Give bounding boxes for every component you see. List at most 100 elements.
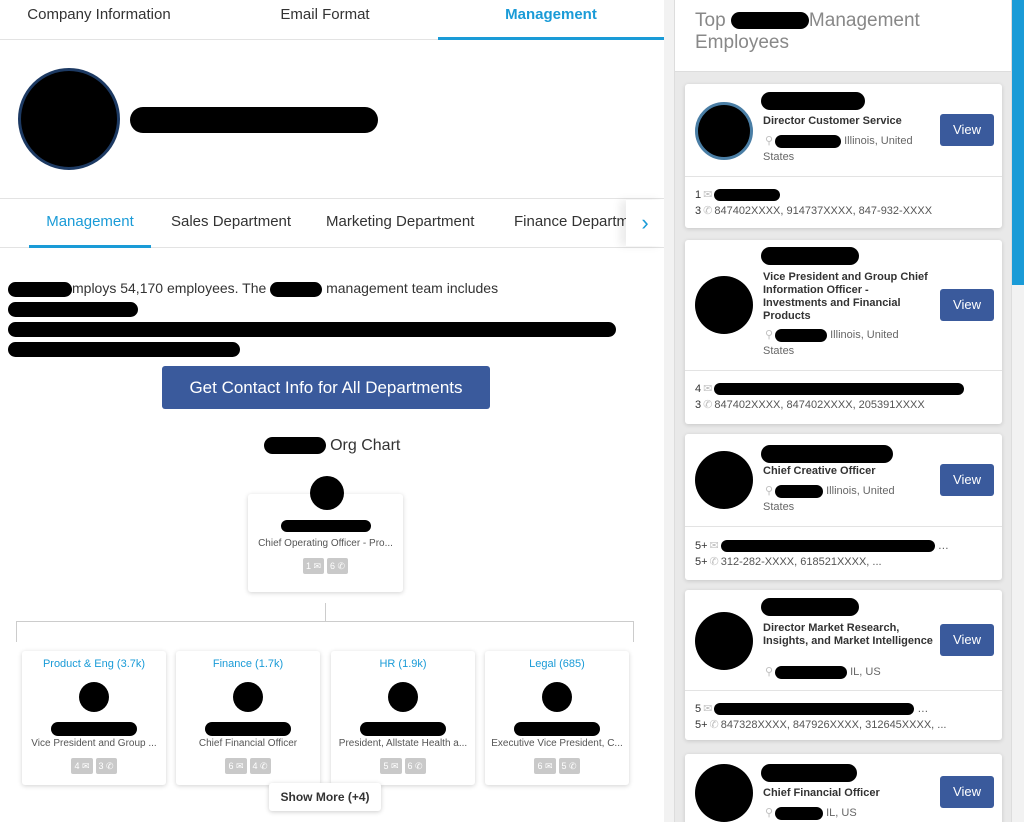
redacted-name [514,722,600,736]
department-tabs: Management Sales Department Marketing De… [0,200,664,248]
view-button[interactable]: View [940,464,994,496]
email-count-chip: 4 ✉ [71,758,93,774]
phone-icon: ✆ [703,399,713,411]
redacted-text [775,328,828,342]
employee-title: Director Customer Service [763,115,902,127]
view-button[interactable]: View [940,114,994,146]
tab-management[interactable]: Management [438,0,664,40]
phone-count-chip: 6 ✆ [327,558,349,574]
heading-text: Top [695,10,726,31]
redacted-text [8,341,240,357]
location-pin-icon: ⚲ [765,807,774,819]
show-more-button[interactable]: Show More (+4) [269,783,381,811]
redacted-text [730,12,809,30]
employee-location: ⚲ IL, US [765,806,857,820]
employee-card[interactable]: Director Customer Service ⚲ Illinois, Un… [685,84,1002,228]
org-connector [16,621,634,642]
redacted-text [775,806,824,820]
employee-card[interactable]: Vice President and Group Chief Informati… [685,240,1002,424]
divider [685,370,1002,371]
org-dept-card-hr[interactable]: HR (1.9k) President, Allstate Health a..… [331,651,475,785]
avatar [542,682,572,712]
dept-name[interactable]: Finance (1.7k) [176,658,320,670]
employee-card[interactable]: Director Market Research, Insights, and … [685,590,1002,740]
redacted-text [775,134,842,148]
phone-row: 5+ ✆ 847328XXXX, 847926XXXX, 312645XXXX, .… [695,719,947,731]
redacted-name [360,722,446,736]
scrollbar[interactable] [1012,0,1024,285]
location-pin-icon: ⚲ [765,135,774,147]
top-employees-panel: Top Management Employees Director Custom… [664,0,1024,822]
top-employees-list: Top Management Employees Director Custom… [674,0,1012,822]
phone-row: 5+ ✆ 312-282-XXXX, 618521XXXX, ... [695,556,882,568]
redacted-text [720,540,935,553]
view-button[interactable]: View [940,289,994,321]
summary-text-part2: management team includes [326,280,499,296]
tab-dept-marketing[interactable]: Marketing Department [326,200,488,248]
redacted-text [775,484,824,498]
company-logo [18,68,120,170]
chevron-right-icon[interactable]: › [626,200,664,246]
envelope-icon: ✉ [703,189,713,201]
employee-location: ⚲ Illinois, United States [763,328,899,357]
email-count-chip: 6 ✉ [225,758,247,774]
org-dept-card-finance[interactable]: Finance (1.7k) Chief Financial Officer 6… [176,651,320,785]
contact-chips: 5 ✉ 6 ✆ [331,758,475,774]
email-row: 5+ ✉ … [695,540,949,553]
tab-dept-sales[interactable]: Sales Department [171,200,301,248]
contact-chips: 6 ✉ 5 ✆ [485,758,629,774]
email-row: 1 ✉ [695,188,995,202]
card-title: Chief Operating Officer - Pro... [258,538,393,549]
employee-title: Chief Financial Officer [763,787,880,799]
avatar [695,276,753,334]
redacted-name [761,92,865,110]
location-pin-icon: ⚲ [765,329,774,341]
view-button[interactable]: View [940,776,994,808]
contact-chips: 4 ✉ 3 ✆ [22,758,166,774]
top-employees-heading: Top Management Employees [675,0,1011,72]
employee-card[interactable]: Chief Creative Officer ⚲ Illinois, Unite… [685,434,1002,580]
redacted-text [263,437,326,455]
avatar [695,102,753,160]
location-pin-icon: ⚲ [765,485,774,497]
employee-card[interactable]: Chief Financial Officer ⚲ IL, US View [685,754,1002,822]
tab-company-information[interactable]: Company Information [0,0,198,40]
company-top-tabs: Company Information Email Format Managem… [0,0,664,40]
avatar [79,682,109,712]
tab-dept-finance[interactable]: Finance Departm [514,200,626,248]
redacted-name [761,445,893,463]
tab-dept-management[interactable]: Management [29,200,151,248]
employee-title: Director Market Research, Insights, and … [763,622,933,647]
divider [685,526,1002,527]
redacted-text [270,281,323,297]
employee-location: ⚲ IL, US [765,665,881,679]
org-dept-card-legal[interactable]: Legal (685) Executive Vice President, C.… [485,651,629,785]
org-chart-title-text: Org Chart [330,437,401,454]
card-title: Executive Vice President, C... [491,738,623,749]
phone-count-chip: 3 ✆ [95,758,117,774]
tab-email-format[interactable]: Email Format [226,0,424,40]
heading-text: Employees [695,32,789,53]
org-dept-card-product[interactable]: Product & Eng (3.7k) Vice President and … [22,651,166,785]
org-chart-title: Org Chart [0,437,664,455]
dept-name[interactable]: Legal (685) [485,658,629,670]
avatar [310,476,344,510]
employee-title: Vice President and Group Chief Informati… [763,271,928,322]
card-title: Vice President and Group ... [31,738,157,749]
org-chart-top-card[interactable]: Chief Operating Officer - Pro... 1 ✉ 6 ✆ [248,476,403,592]
redacted-name [761,598,859,616]
email-row: 4 ✉ [695,382,995,396]
redacted-name [281,520,371,532]
redacted-text [8,281,72,297]
card-title: President, Allstate Health a... [338,738,468,749]
redacted-text [714,383,965,396]
divider [685,176,1002,177]
redacted-name [51,722,137,736]
redacted-text [8,321,616,337]
employee-location: ⚲ Illinois, United States [763,484,895,513]
dept-name[interactable]: HR (1.9k) [331,658,475,670]
get-contact-info-button[interactable]: Get Contact Info for All Departments [162,366,490,409]
dept-name[interactable]: Product & Eng (3.7k) [22,658,166,670]
envelope-icon: ✉ [709,540,719,552]
view-button[interactable]: View [940,624,994,656]
